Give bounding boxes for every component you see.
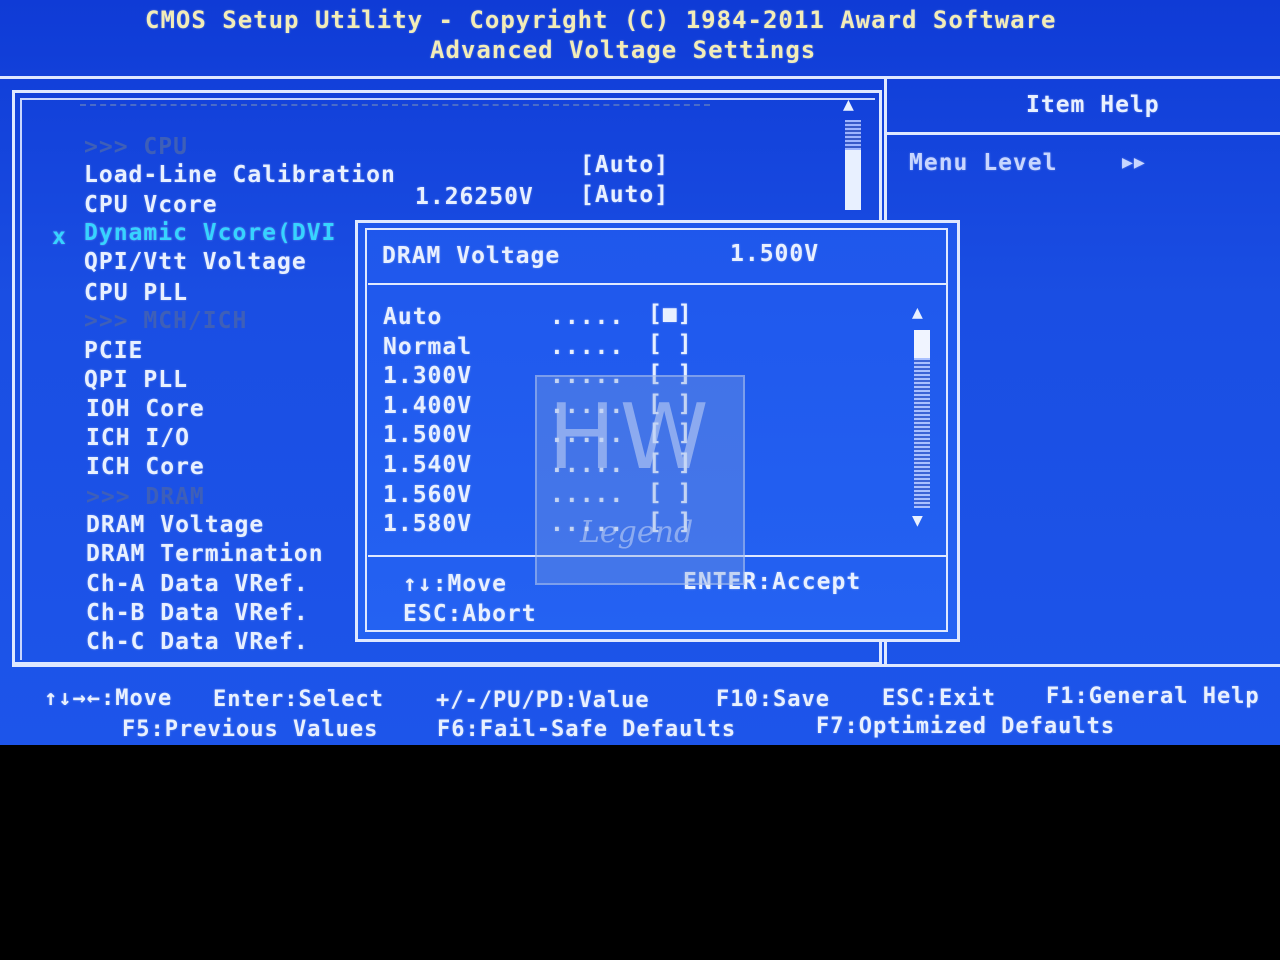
footer-key-select: Enter:Select <box>213 687 384 712</box>
menu-item-cha-data-vref[interactable]: Ch-A Data VRef. <box>86 571 309 597</box>
watermark-logo-text: HW <box>548 385 713 490</box>
option-1560-label[interactable]: 1.560V <box>383 482 472 508</box>
cpu-vcore-value[interactable]: [Auto] <box>580 182 669 208</box>
option-1300-label[interactable]: 1.300V <box>383 363 472 389</box>
menu-item-qpi-vtt-voltage[interactable]: QPI/Vtt Voltage <box>84 249 307 275</box>
menu-item-pcie[interactable]: PCIE <box>84 338 143 364</box>
menu-item-ioh-core[interactable]: IOH Core <box>86 396 205 422</box>
top-frame-rule <box>0 76 884 79</box>
item-help-divider <box>886 132 1280 135</box>
scroll-up-icon[interactable]: ▲ <box>843 94 854 115</box>
settings-scrollbar-thumb[interactable] <box>845 150 861 210</box>
dialog-current-value: 1.500V <box>730 241 820 267</box>
menu-item-cpu-vcore[interactable]: CPU Vcore <box>84 192 218 218</box>
menu-item-cpu-pll[interactable]: CPU PLL <box>84 280 188 306</box>
menu-item-chc-data-vref[interactable]: Ch-C Data VRef. <box>86 629 309 655</box>
disabled-marker: x <box>52 224 67 250</box>
dialog-scroll-up-icon[interactable]: ▲ <box>912 302 923 323</box>
option-normal-label[interactable]: Normal <box>383 334 472 360</box>
section-dram: >>> DRAM <box>86 484 205 510</box>
footer-key-exit: ESC:Exit <box>882 686 996 711</box>
menu-item-chb-data-vref[interactable]: Ch-B Data VRef. <box>86 600 309 626</box>
menu-item-dram-termination[interactable]: DRAM Termination <box>86 541 324 567</box>
option-dots: ..... <box>550 304 625 330</box>
menu-item-dram-voltage[interactable]: DRAM Voltage <box>86 512 264 538</box>
menu-item-load-line-calibration[interactable]: Load-Line Calibration <box>84 162 396 188</box>
footer-key-general-help: F1:General Help <box>1046 684 1260 709</box>
footer-key-previous-values: F5:Previous Values <box>122 717 379 742</box>
footer-key-move: ↑↓→←:Move <box>44 686 173 711</box>
dialog-title: DRAM Voltage <box>382 243 561 269</box>
page-title: Advanced Voltage Settings <box>430 36 817 64</box>
footer-key-value: +/-/PU/PD:Value <box>436 688 650 713</box>
bottom-frame-rule <box>12 664 1280 667</box>
option-1540-label[interactable]: 1.540V <box>383 452 472 478</box>
footer-key-save: F10:Save <box>716 687 830 712</box>
menu-level-arrows-icon: ▶▶ <box>1122 152 1146 173</box>
option-1500-label[interactable]: 1.500V <box>383 422 472 448</box>
option-1400-label[interactable]: 1.400V <box>383 393 472 419</box>
menu-item-dynamic-vcore[interactable]: Dynamic Vcore(DVI <box>84 220 336 246</box>
item-help-title: Item Help <box>1026 92 1160 118</box>
cpu-vcore-reading: 1.26250V <box>415 184 534 210</box>
option-auto-label[interactable]: Auto <box>383 304 442 330</box>
menu-item-qpi-pll[interactable]: QPI PLL <box>84 367 188 393</box>
menu-item-ich-io[interactable]: ICH I/O <box>86 425 190 451</box>
llc-value[interactable]: [Auto] <box>580 152 669 178</box>
option-auto-mark[interactable]: [■] <box>648 301 693 327</box>
header-title: CMOS Setup Utility - Copyright (C) 1984-… <box>145 6 1057 34</box>
section-cpu: >>> CPU <box>84 134 188 160</box>
dashed-separator <box>80 104 710 106</box>
dialog-title-rule <box>368 283 946 285</box>
option-dots: ..... <box>550 334 625 360</box>
option-1580-label[interactable]: 1.580V <box>383 511 472 537</box>
option-normal-mark[interactable]: [ ] <box>648 331 693 357</box>
dialog-key-move: ↑↓:Move <box>403 571 507 597</box>
menu-level-label: Menu Level <box>909 150 1058 176</box>
dialog-scrollbar-thumb[interactable] <box>914 330 930 358</box>
watermark-logo-subtext: Legend <box>580 515 694 550</box>
menu-item-ich-core[interactable]: ICH Core <box>86 454 205 480</box>
bios-screen: CMOS Setup Utility - Copyright (C) 1984-… <box>0 0 1280 745</box>
footer-key-optimized: F7:Optimized Defaults <box>816 714 1116 739</box>
dialog-scroll-down-icon[interactable]: ▼ <box>912 510 923 531</box>
dialog-key-abort: ESC:Abort <box>403 601 537 627</box>
section-mch-ich: >>> MCH/ICH <box>84 308 248 334</box>
footer-key-fail-safe: F6:Fail-Safe Defaults <box>437 717 737 742</box>
